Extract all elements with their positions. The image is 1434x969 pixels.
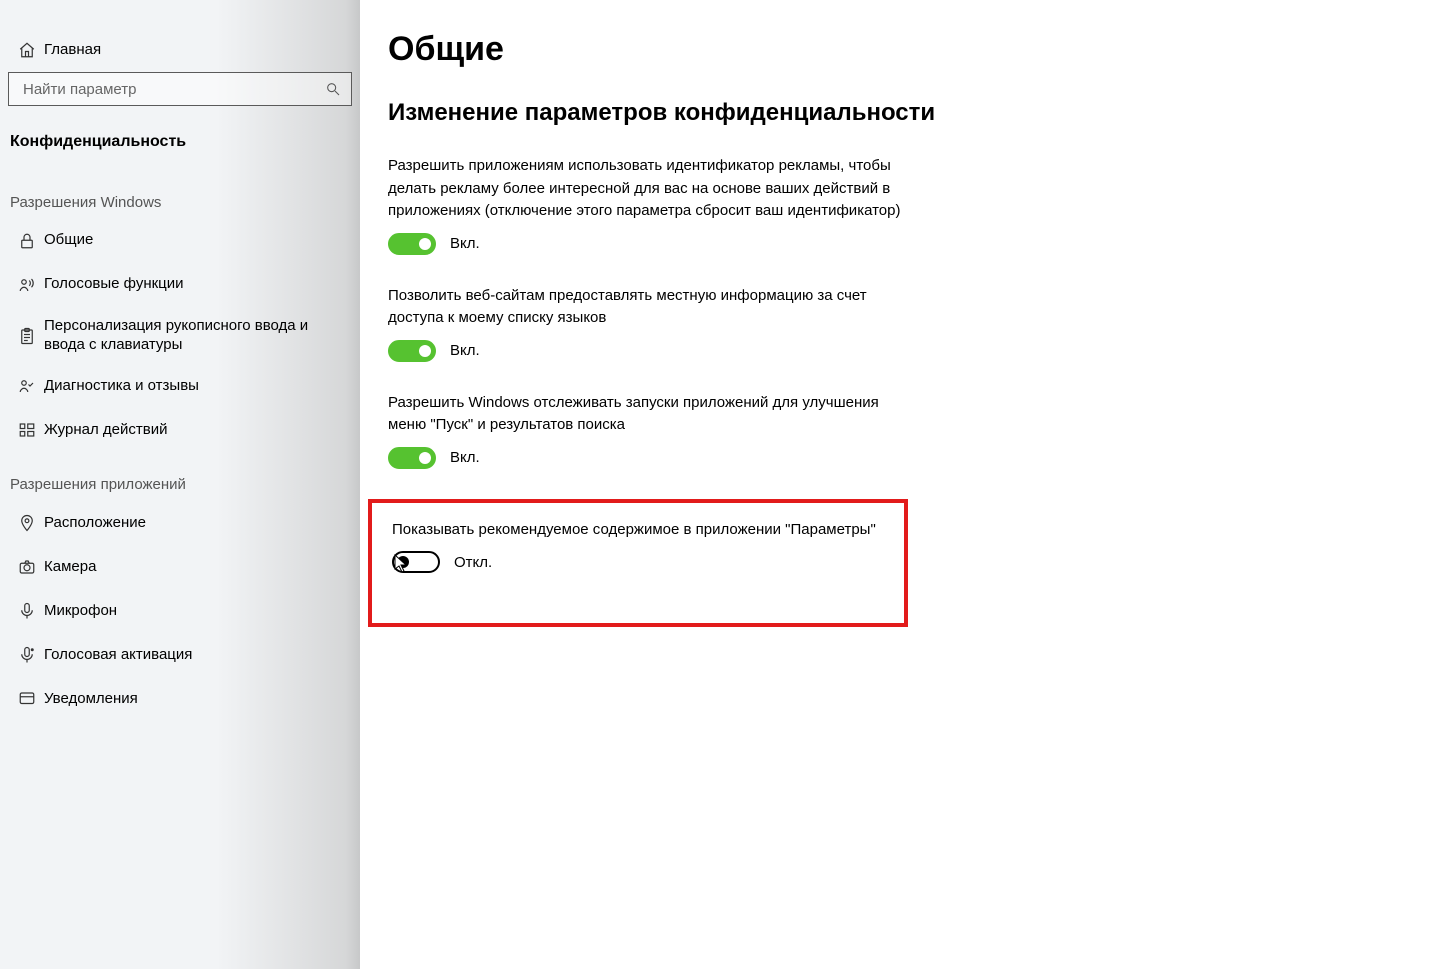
toggle-suggested-content[interactable] — [392, 551, 440, 573]
sidebar-item-notifications[interactable]: Уведомления — [0, 677, 360, 721]
sidebar-item-label: Голосовая активация — [44, 646, 350, 665]
sidebar-item-inking[interactable]: Персонализация рукописного ввода и ввода… — [0, 307, 360, 365]
timeline-icon — [10, 421, 44, 439]
sidebar-item-label: Общие — [44, 231, 350, 250]
voice-icon — [10, 276, 44, 294]
sidebar-item-label: Диагностика и отзывы — [44, 377, 350, 396]
sidebar-item-label: Персонализация рукописного ввода и ввода… — [44, 317, 350, 355]
location-icon — [10, 514, 44, 532]
toggle-label: Вкл. — [450, 449, 480, 466]
sidebar-home[interactable]: Главная — [0, 28, 360, 72]
sidebar: Главная Конфиденциальность Разрешения Wi… — [0, 0, 360, 969]
sidebar-group-windows-label: Разрешения Windows — [10, 194, 350, 213]
toggle-label: Вкл. — [450, 235, 480, 252]
clipboard-icon — [10, 327, 44, 345]
toggle-row: Вкл. — [388, 447, 908, 469]
camera-icon — [10, 558, 44, 576]
notifications-icon — [10, 690, 44, 708]
section-title: Изменение параметров конфиденциальности — [388, 99, 1406, 127]
page-title: Общие — [388, 30, 1406, 69]
toggle-row: Откл. — [392, 551, 888, 573]
setting-suggested-content: Показывать рекомендуемое содержимое в пр… — [392, 519, 888, 574]
sidebar-item-label: Журнал действий — [44, 421, 350, 440]
search-input[interactable] — [23, 81, 323, 98]
sidebar-item-voice-activation[interactable]: Голосовая активация — [0, 633, 360, 677]
search-box[interactable] — [8, 72, 352, 106]
microphone-icon — [10, 602, 44, 620]
sidebar-item-label: Голосовые функции — [44, 275, 350, 294]
setting-desc: Разрешить Windows отслеживать запуски пр… — [388, 392, 908, 437]
setting-desc: Показывать рекомендуемое содержимое в пр… — [392, 519, 888, 542]
toggle-row: Вкл. — [388, 340, 908, 362]
sidebar-item-label: Камера — [44, 558, 350, 577]
sidebar-item-location[interactable]: Расположение — [0, 501, 360, 545]
sidebar-item-label: Расположение — [44, 514, 350, 533]
search-wrap — [0, 72, 360, 114]
sidebar-category: Конфиденциальность — [0, 114, 360, 170]
sidebar-group-windows: Разрешения Windows — [0, 170, 360, 219]
sidebar-item-feedback[interactable]: Диагностика и отзывы — [0, 364, 360, 408]
sidebar-item-label: Микрофон — [44, 602, 350, 621]
sidebar-item-activity[interactable]: Журнал действий — [0, 408, 360, 452]
lock-icon — [10, 232, 44, 250]
toggle-app-launch[interactable] — [388, 447, 436, 469]
main-content: Общие Изменение параметров конфиденциаль… — [360, 0, 1434, 969]
sidebar-group-apps: Разрешения приложений — [0, 452, 360, 501]
sidebar-item-label: Уведомления — [44, 690, 350, 709]
sidebar-home-label: Главная — [44, 41, 350, 60]
setting-ad-id: Разрешить приложениям использовать идент… — [388, 155, 908, 255]
home-icon — [10, 41, 44, 59]
setting-desc: Разрешить приложениям использовать идент… — [388, 155, 908, 223]
sidebar-item-voice[interactable]: Голосовые функции — [0, 263, 360, 307]
setting-lang-list: Позволить веб-сайтам предоставлять местн… — [388, 285, 908, 362]
highlight-box: Показывать рекомендуемое содержимое в пр… — [368, 499, 908, 628]
setting-app-launch: Разрешить Windows отслеживать запуски пр… — [388, 392, 908, 469]
setting-desc: Позволить веб-сайтам предоставлять местн… — [388, 285, 908, 330]
toggle-ad-id[interactable] — [388, 233, 436, 255]
voice-activation-icon — [10, 646, 44, 664]
toggle-row: Вкл. — [388, 233, 908, 255]
toggle-label: Откл. — [454, 554, 492, 571]
feedback-icon — [10, 377, 44, 395]
search-icon — [323, 81, 343, 97]
sidebar-group-apps-label: Разрешения приложений — [10, 476, 350, 495]
toggle-lang-list[interactable] — [388, 340, 436, 362]
sidebar-item-general[interactable]: Общие — [0, 219, 360, 263]
sidebar-item-microphone[interactable]: Микрофон — [0, 589, 360, 633]
toggle-label: Вкл. — [450, 342, 480, 359]
sidebar-item-camera[interactable]: Камера — [0, 545, 360, 589]
sidebar-category-label: Конфиденциальность — [10, 132, 350, 152]
